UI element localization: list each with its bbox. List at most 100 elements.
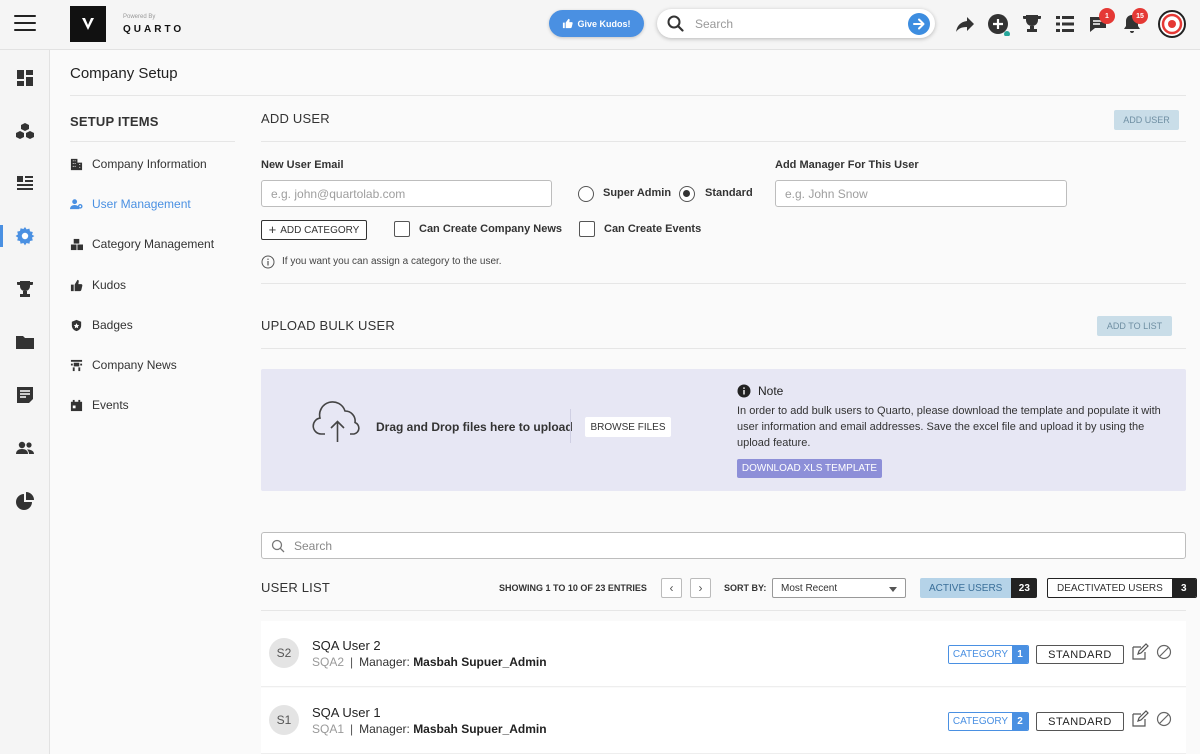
manager-input[interactable]	[776, 181, 1066, 206]
can-create-news-label: Can Create Company News	[419, 223, 563, 235]
user-row[interactable]: S2 SQA User 2 SQA2 | Manager: Masbah Supue…	[261, 621, 1186, 687]
setup-item-label: Events	[92, 398, 129, 412]
can-create-events-checkbox[interactable]	[579, 221, 595, 237]
share-icon[interactable]	[953, 12, 977, 36]
cloud-upload-icon	[312, 401, 360, 442]
user-name: SQA User 1	[312, 705, 381, 720]
settings-gear-icon[interactable]	[14, 225, 36, 247]
setup-item-company-information[interactable]: Company Information	[70, 156, 207, 172]
deactivated-users-button[interactable]: DEACTIVATED USERS 3	[1047, 578, 1197, 598]
chevron-right-icon: ›	[698, 581, 703, 595]
user-list-search-input[interactable]	[294, 538, 1144, 554]
user-initials-avatar: S1	[269, 705, 299, 735]
give-kudos-button[interactable]: Give Kudos!	[549, 10, 644, 37]
role-button[interactable]: STANDARD	[1036, 712, 1124, 731]
super-admin-label: Super Admin	[603, 187, 672, 199]
news-icon	[70, 359, 83, 371]
sort-select[interactable]: Most Recent	[772, 578, 906, 598]
info-icon	[737, 384, 751, 398]
edit-icon[interactable]	[1131, 710, 1149, 728]
pie-chart-icon[interactable]	[14, 490, 36, 512]
global-search-input[interactable]	[695, 15, 895, 32]
user-list-title: USER LIST	[261, 580, 330, 595]
can-create-events-label: Can Create Events	[604, 223, 702, 235]
setup-item-events[interactable]: Events	[70, 397, 129, 413]
standard-radio[interactable]	[679, 186, 695, 202]
section-divider	[261, 283, 1186, 284]
prev-page-button[interactable]: ‹	[661, 578, 682, 598]
active-users-button[interactable]: ACTIVE USERS 23	[920, 578, 1038, 598]
setup-item-label: Company News	[92, 358, 177, 372]
add-to-list-button[interactable]: ADD TO LIST	[1097, 316, 1172, 336]
global-search	[657, 9, 935, 38]
add-category-button[interactable]: + ADD CATEGORY	[261, 220, 367, 240]
company-logo[interactable]	[70, 6, 106, 42]
showing-entries: SHOWING 1 TO 10 OF 23 ENTRIES	[499, 583, 647, 593]
edit-icon[interactable]	[1131, 643, 1149, 661]
users-cog-icon	[70, 198, 83, 209]
chevron-left-icon: ‹	[669, 581, 674, 595]
standard-label: Standard	[705, 187, 753, 199]
user-initials-avatar: S2	[269, 638, 299, 668]
sort-by-label: SORT BY:	[724, 583, 767, 593]
manager-label: Manager:	[359, 722, 410, 736]
active-users-count: 23	[1011, 578, 1038, 598]
trophy-rail-icon[interactable]	[14, 278, 36, 300]
deactivated-users-count: 3	[1171, 579, 1196, 597]
setup-item-kudos[interactable]: Kudos	[70, 277, 126, 293]
can-create-news-checkbox[interactable]	[394, 221, 410, 237]
thumbs-up-icon	[563, 18, 574, 29]
building-icon	[70, 158, 83, 170]
deactivate-icon[interactable]	[1155, 710, 1173, 728]
setup-item-company-news[interactable]: Company News	[70, 357, 177, 373]
upload-separator	[570, 409, 571, 443]
note-line-1: In order to add bulk users to Quarto, pl…	[737, 405, 1161, 417]
setup-items-heading: SETUP ITEMS	[70, 114, 159, 129]
folder-icon[interactable]	[14, 331, 36, 353]
new-user-email-field	[261, 180, 552, 207]
add-user-button[interactable]: ADD USER	[1114, 110, 1179, 130]
notes-icon[interactable]	[14, 384, 36, 406]
deactivated-users-label: DEACTIVATED USERS	[1057, 582, 1163, 594]
setup-item-label: Company Information	[92, 157, 207, 171]
sort-select-value: Most Recent	[781, 582, 838, 594]
list-icon[interactable]	[1053, 12, 1077, 36]
user-avatar[interactable]	[1158, 10, 1186, 38]
category-button[interactable]: CATEGORY 1	[948, 645, 1029, 664]
feed-list-icon[interactable]	[14, 172, 36, 194]
category-label: CATEGORY	[949, 646, 1012, 663]
setup-item-category-management[interactable]: Category Management	[70, 236, 214, 252]
meta-separator: |	[350, 722, 354, 736]
drag-drop-text: Drag and Drop files here to upload	[376, 420, 573, 434]
browse-files-button[interactable]: BROWSE FILES	[585, 417, 671, 437]
deactivate-icon[interactable]	[1155, 643, 1173, 661]
manager-label: Manager:	[359, 655, 410, 669]
new-user-email-input[interactable]	[262, 181, 551, 206]
cubes-icon[interactable]	[14, 120, 36, 142]
people-icon[interactable]	[14, 437, 36, 459]
add-circle-icon[interactable]	[986, 12, 1010, 37]
upload-bulk-title: UPLOAD BULK USER	[261, 318, 395, 333]
role-button[interactable]: STANDARD	[1036, 645, 1124, 664]
bulk-divider	[261, 348, 1186, 349]
category-button[interactable]: CATEGORY 2	[948, 712, 1029, 731]
add-user-divider	[261, 141, 1186, 142]
download-xls-template-button[interactable]: DOWNLOAD XLS TEMPLATE	[737, 459, 882, 478]
dashboard-icon[interactable]	[14, 67, 36, 89]
plus-icon: +	[268, 222, 277, 237]
user-meta: SQA1 | Manager: Masbah Supuer_Admin	[312, 722, 547, 736]
next-page-button[interactable]: ›	[690, 578, 711, 598]
search-icon	[667, 15, 684, 32]
setup-item-user-management[interactable]: User Management	[70, 196, 191, 212]
user-row[interactable]: S1 SQA User 1 SQA1 | Manager: Masbah Supue…	[261, 688, 1186, 754]
search-icon	[271, 539, 285, 553]
menu-icon[interactable]	[14, 15, 36, 33]
super-admin-radio[interactable]	[578, 186, 594, 202]
search-submit-button[interactable]	[908, 13, 930, 35]
trophy-icon[interactable]	[1020, 12, 1044, 36]
title-divider	[70, 95, 1186, 96]
setup-item-badges[interactable]: Badges	[70, 317, 133, 333]
setup-heading-divider	[70, 141, 235, 142]
user-username: SQA1	[312, 722, 345, 736]
category-hint: If you want you can assign a category to…	[282, 256, 502, 267]
